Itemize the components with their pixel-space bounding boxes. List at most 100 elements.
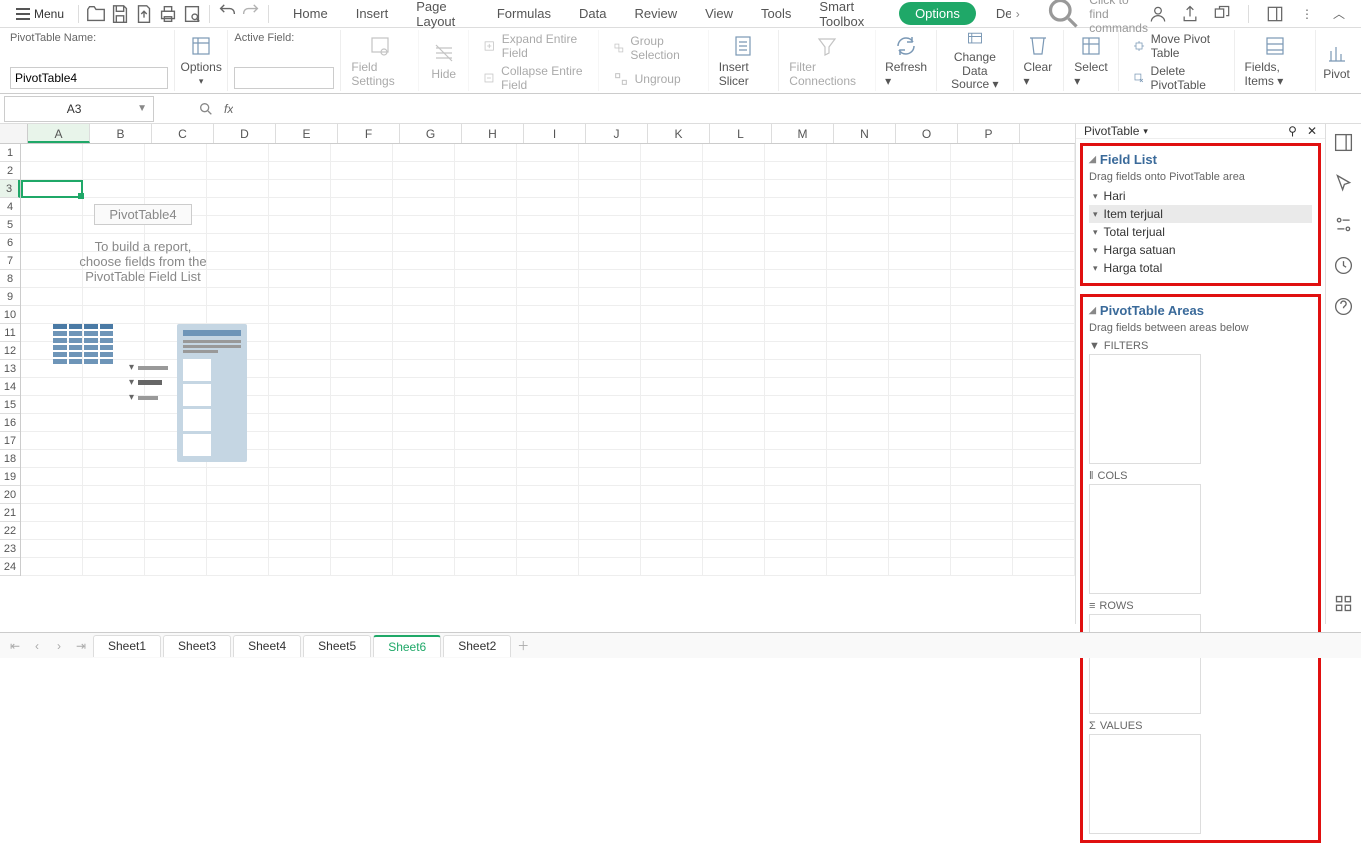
sheet-tab[interactable]: Sheet6 bbox=[373, 635, 441, 657]
cols-dropzone[interactable] bbox=[1089, 484, 1201, 594]
open-icon[interactable] bbox=[85, 3, 107, 25]
sheet-tab[interactable]: Sheet4 bbox=[233, 635, 301, 657]
col-header[interactable]: K bbox=[648, 124, 710, 143]
more-icon[interactable]: ⋮ bbox=[1297, 3, 1317, 25]
sheet-nav-last[interactable]: ⇥ bbox=[70, 639, 92, 653]
rail-history-icon[interactable] bbox=[1333, 255, 1354, 276]
row-header[interactable]: 17 bbox=[0, 432, 20, 450]
sheet-tab[interactable]: Sheet5 bbox=[303, 635, 371, 657]
row-header[interactable]: 9 bbox=[0, 288, 20, 306]
col-header[interactable]: J bbox=[586, 124, 648, 143]
col-header[interactable]: H bbox=[462, 124, 524, 143]
expand-field-button[interactable]: Expand Entire Field bbox=[475, 30, 591, 62]
sheet-nav-prev[interactable]: ‹ bbox=[26, 639, 48, 653]
row-header[interactable]: 19 bbox=[0, 468, 20, 486]
col-header[interactable]: D bbox=[214, 124, 276, 143]
field-settings-button[interactable]: Field Settings bbox=[341, 30, 419, 91]
tab-view[interactable]: View bbox=[691, 2, 747, 25]
move-pivot-button[interactable]: Move Pivot Table bbox=[1125, 30, 1228, 62]
preview-icon[interactable] bbox=[181, 3, 203, 25]
row-header[interactable]: 21 bbox=[0, 504, 20, 522]
rail-apps-icon[interactable] bbox=[1333, 593, 1354, 614]
clear-button[interactable]: Clear ▾ bbox=[1014, 30, 1065, 91]
filters-dropzone[interactable] bbox=[1089, 354, 1201, 464]
col-header[interactable]: L bbox=[710, 124, 772, 143]
ungroup-button[interactable]: Ungroup bbox=[605, 69, 702, 89]
row-header[interactable]: 10 bbox=[0, 306, 20, 324]
row-header[interactable]: 1 bbox=[0, 144, 20, 162]
row-header[interactable]: 22 bbox=[0, 522, 20, 540]
pivot-chart-button[interactable]: Pivot bbox=[1316, 30, 1357, 91]
row-header[interactable]: 24 bbox=[0, 558, 20, 576]
row-header[interactable]: 7 bbox=[0, 252, 20, 270]
col-header[interactable]: I bbox=[524, 124, 586, 143]
spreadsheet-grid[interactable]: ABCDEFGHIJKLMNOP 12345678910111213141516… bbox=[0, 124, 1075, 624]
print-icon[interactable] bbox=[157, 3, 179, 25]
field-item[interactable]: ▾Hari bbox=[1089, 187, 1312, 205]
col-header[interactable]: P bbox=[958, 124, 1020, 143]
fx-label[interactable]: fx bbox=[224, 102, 233, 116]
tab-data[interactable]: Data bbox=[565, 2, 620, 25]
col-header[interactable]: F bbox=[338, 124, 400, 143]
share-icon[interactable] bbox=[1180, 3, 1200, 25]
rail-help-icon[interactable] bbox=[1333, 296, 1354, 317]
col-header[interactable]: O bbox=[896, 124, 958, 143]
row-header[interactable]: 23 bbox=[0, 540, 20, 558]
row-header[interactable]: 3 bbox=[0, 180, 20, 198]
select-all-corner[interactable] bbox=[0, 124, 28, 144]
row-header[interactable]: 16 bbox=[0, 414, 20, 432]
tab-formulas[interactable]: Formulas bbox=[483, 2, 565, 25]
change-data-source-button[interactable]: Change DataSource ▾ bbox=[937, 30, 1013, 91]
tab-home[interactable]: Home bbox=[279, 2, 342, 25]
values-dropzone[interactable] bbox=[1089, 734, 1201, 834]
row-header[interactable]: 4 bbox=[0, 198, 20, 216]
row-header[interactable]: 20 bbox=[0, 486, 20, 504]
menu-button[interactable]: Menu bbox=[8, 5, 72, 23]
user-icon[interactable] bbox=[1148, 3, 1168, 25]
collapse-field-button[interactable]: Collapse Entire Field bbox=[475, 62, 591, 94]
delete-pivot-button[interactable]: Delete PivotTable bbox=[1125, 62, 1228, 94]
field-item[interactable]: ▾Item terjual bbox=[1089, 205, 1312, 223]
row-header[interactable]: 2 bbox=[0, 162, 20, 180]
tab-design[interactable]: Desi bbox=[982, 2, 1011, 25]
field-item[interactable]: ▾Harga satuan bbox=[1089, 241, 1312, 259]
row-header[interactable]: 6 bbox=[0, 234, 20, 252]
sheet-nav-first[interactable]: ⇤ bbox=[4, 639, 26, 653]
rail-cursor-icon[interactable] bbox=[1333, 173, 1354, 194]
row-header[interactable]: 15 bbox=[0, 396, 20, 414]
sheet-nav-next[interactable]: › bbox=[48, 639, 70, 653]
pin-icon[interactable]: ⚲ bbox=[1288, 124, 1297, 138]
row-header[interactable]: 5 bbox=[0, 216, 20, 234]
sheet-tab[interactable]: Sheet2 bbox=[443, 635, 511, 657]
row-header[interactable]: 11 bbox=[0, 324, 20, 342]
col-header[interactable]: M bbox=[772, 124, 834, 143]
window-icon[interactable] bbox=[1212, 3, 1232, 25]
tab-page-layout[interactable]: Page Layout bbox=[402, 0, 483, 33]
col-header[interactable]: C bbox=[152, 124, 214, 143]
formula-bar[interactable] bbox=[233, 97, 1361, 121]
rail-settings-icon[interactable] bbox=[1333, 214, 1354, 235]
sheet-tab[interactable]: Sheet1 bbox=[93, 635, 161, 657]
options-button[interactable]: Options▾ bbox=[175, 30, 228, 91]
col-header[interactable]: G bbox=[400, 124, 462, 143]
add-sheet-button[interactable]: ＋ bbox=[512, 637, 534, 654]
tab-options[interactable]: Options bbox=[899, 2, 976, 25]
field-item[interactable]: ▾Total terjual bbox=[1089, 223, 1312, 241]
pvt-name-input[interactable] bbox=[10, 67, 168, 89]
fields-items-button[interactable]: Fields, Items ▾ bbox=[1235, 30, 1317, 91]
tab-scroll-right[interactable]: › bbox=[1011, 7, 1024, 21]
layout-icon[interactable] bbox=[1265, 3, 1285, 25]
close-icon[interactable]: ✕ bbox=[1307, 124, 1317, 138]
rail-panel-icon[interactable] bbox=[1333, 132, 1354, 153]
zoom-icon[interactable] bbox=[198, 101, 214, 117]
refresh-button[interactable]: Refresh ▾ bbox=[876, 30, 937, 91]
name-box[interactable]: A3 ▼ bbox=[4, 96, 154, 122]
chevron-down-icon[interactable]: ▾ bbox=[1143, 126, 1148, 137]
select-button[interactable]: Select ▾ bbox=[1064, 30, 1118, 91]
col-header[interactable]: A bbox=[28, 124, 90, 143]
redo-icon[interactable] bbox=[240, 3, 262, 25]
row-header[interactable]: 14 bbox=[0, 378, 20, 396]
sheet-tab[interactable]: Sheet3 bbox=[163, 635, 231, 657]
save-icon[interactable] bbox=[109, 3, 131, 25]
rows-dropzone[interactable] bbox=[1089, 614, 1201, 714]
